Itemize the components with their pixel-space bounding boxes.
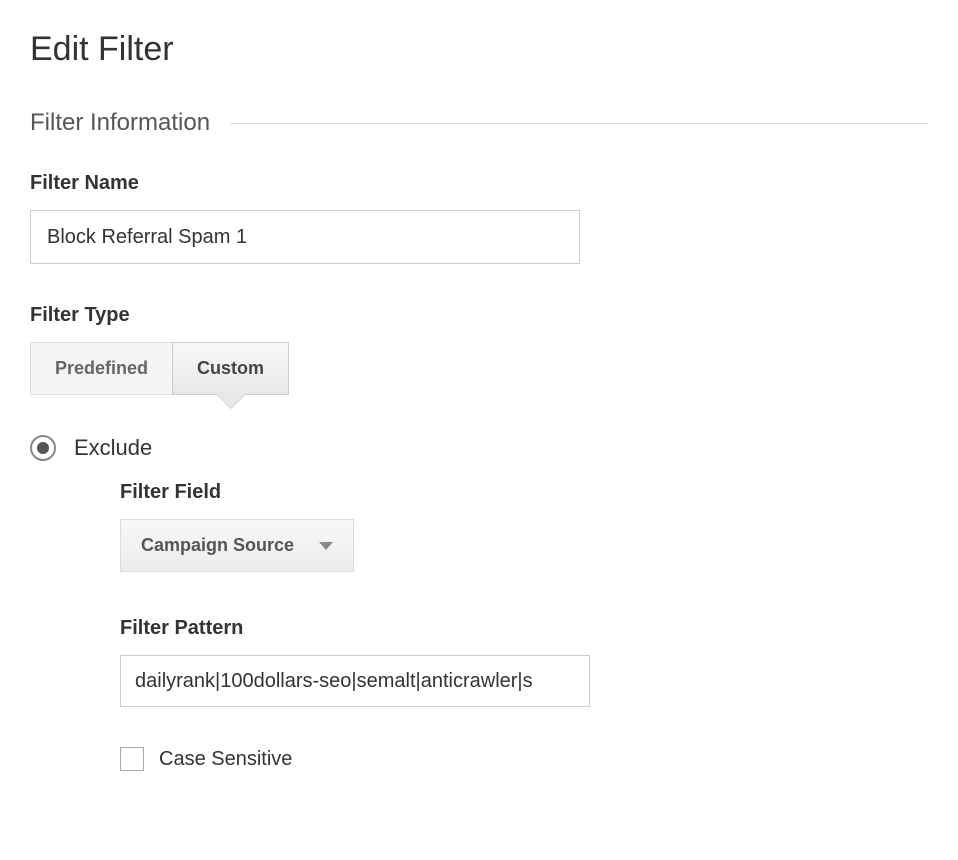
filter-field-dropdown[interactable]: Campaign Source — [120, 519, 354, 572]
filter-field-selected: Campaign Source — [141, 535, 294, 556]
page-title: Edit Filter — [30, 30, 928, 69]
case-sensitive-checkbox[interactable] — [120, 747, 144, 771]
exclude-options: Filter Field Campaign Source Filter Patt… — [120, 481, 928, 771]
filter-type-label: Filter Type — [30, 304, 928, 327]
case-sensitive-label: Case Sensitive — [159, 748, 292, 771]
filter-name-input[interactable] — [30, 210, 580, 264]
exclude-radio[interactable] — [30, 435, 56, 461]
case-sensitive-row: Case Sensitive — [120, 747, 928, 771]
radio-dot-icon — [37, 442, 49, 454]
filter-pattern-label: Filter Pattern — [120, 617, 928, 640]
filter-pattern-input[interactable] — [120, 655, 590, 707]
tab-custom[interactable]: Custom — [172, 342, 289, 395]
section-title: Filter Information — [30, 109, 210, 137]
divider-line — [230, 123, 928, 124]
section-header: Filter Information — [30, 109, 928, 137]
exclude-radio-row: Exclude — [30, 435, 928, 461]
filter-name-group: Filter Name — [30, 172, 928, 264]
tab-active-arrow-icon — [217, 394, 245, 408]
filter-type-group: Filter Type Predefined Custom — [30, 304, 928, 395]
tab-custom-label: Custom — [197, 358, 264, 378]
tab-predefined[interactable]: Predefined — [30, 342, 172, 395]
exclude-radio-label: Exclude — [74, 435, 152, 461]
caret-down-icon — [319, 542, 333, 550]
filter-type-tabs: Predefined Custom — [30, 342, 928, 395]
filter-field-label: Filter Field — [120, 481, 928, 504]
filter-name-label: Filter Name — [30, 172, 928, 195]
